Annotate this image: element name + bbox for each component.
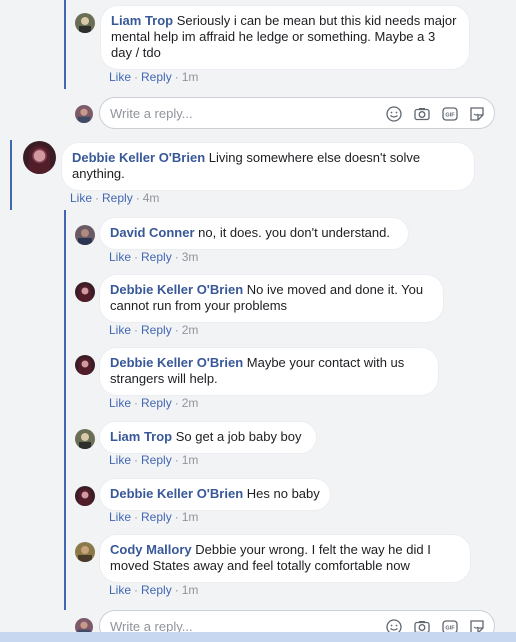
reply-link[interactable]: Reply [141, 250, 172, 264]
comment-text: So get a job baby boy [175, 429, 302, 444]
emoji-icon[interactable] [385, 105, 403, 123]
comment-author[interactable]: Debbie Keller O'Brien [72, 150, 205, 165]
reply-link[interactable]: Reply [141, 583, 172, 597]
avatar[interactable] [23, 141, 56, 174]
separator: · [95, 191, 100, 205]
like-link[interactable]: Like [109, 250, 131, 264]
comment-bubble: Debbie Keller O'Brien Living somewhere e… [61, 142, 475, 191]
comment-actions: Like · Reply · 1m [109, 453, 198, 467]
separator: · [134, 510, 139, 524]
avatar[interactable] [75, 429, 95, 449]
comment-author[interactable]: David Conner [110, 225, 195, 240]
like-link[interactable]: Like [109, 323, 131, 337]
reply-link[interactable]: Reply [141, 396, 172, 410]
separator: · [134, 583, 139, 597]
separator: · [134, 250, 139, 264]
separator: · [174, 453, 179, 467]
like-link[interactable]: Like [109, 583, 131, 597]
comment-actions: Like · Reply · 2m [109, 396, 198, 410]
separator: · [174, 323, 179, 337]
like-link[interactable]: Like [109, 396, 131, 410]
separator: · [174, 70, 179, 84]
comment-bubble: Debbie Keller O'Brien No ive moved and d… [99, 274, 444, 323]
like-link[interactable]: Like [70, 191, 92, 205]
comment-bubble: Cody Mallory Debbie your wrong. I felt t… [99, 534, 471, 583]
timestamp[interactable]: 2m [182, 323, 199, 337]
comment-author[interactable]: Liam Trop [111, 13, 173, 28]
comment-bubble: Liam Trop Seriously i can be mean but th… [100, 5, 470, 70]
reply-link[interactable]: Reply [141, 453, 172, 467]
like-link[interactable]: Like [109, 453, 131, 467]
reply-link[interactable]: Reply [102, 191, 133, 205]
like-link[interactable]: Like [109, 70, 131, 84]
separator: · [134, 396, 139, 410]
thread-line [64, 210, 66, 610]
comment-author[interactable]: Debbie Keller O'Brien [110, 355, 243, 370]
separator: · [134, 323, 139, 337]
reply-box: GIF [99, 97, 495, 129]
comment-actions: Like · Reply · 1m [109, 510, 198, 524]
separator: · [174, 396, 179, 410]
comment-author[interactable]: Liam Trop [110, 429, 172, 444]
reply-link[interactable]: Reply [141, 70, 172, 84]
comment-author[interactable]: Debbie Keller O'Brien [110, 486, 243, 501]
svg-text:GIF: GIF [445, 113, 455, 119]
timestamp[interactable]: 1m [182, 583, 199, 597]
comment-author[interactable]: Cody Mallory [110, 542, 192, 557]
timestamp[interactable]: 1m [182, 510, 199, 524]
reply-link[interactable]: Reply [141, 510, 172, 524]
camera-icon[interactable] [413, 105, 431, 123]
separator: · [134, 70, 139, 84]
comment-author[interactable]: Debbie Keller O'Brien [110, 282, 243, 297]
comment-bubble: Debbie Keller O'Brien Hes no baby [99, 478, 331, 511]
comment-actions: Like · Reply · 4m [70, 191, 159, 205]
comment-actions: Like · Reply · 3m [109, 250, 198, 264]
avatar[interactable] [75, 355, 95, 375]
separator: · [134, 453, 139, 467]
avatar[interactable] [75, 542, 95, 562]
comment-bubble: Debbie Keller O'Brien Maybe your contact… [99, 347, 439, 396]
comment-actions: Like · Reply · 1m [109, 70, 198, 84]
timestamp[interactable]: 4m [143, 191, 160, 205]
avatar[interactable] [75, 13, 95, 33]
avatar[interactable] [75, 282, 95, 302]
comment-bubble: David Conner no, it does. you don't unde… [99, 217, 409, 250]
timestamp[interactable]: 2m [182, 396, 199, 410]
comment-actions: Like · Reply · 1m [109, 583, 198, 597]
separator: · [174, 250, 179, 264]
avatar[interactable] [75, 225, 95, 245]
comment-text: no, it does. you don't understand. [198, 225, 390, 240]
like-link[interactable]: Like [109, 510, 131, 524]
separator: · [174, 510, 179, 524]
sticker-icon[interactable] [468, 105, 486, 123]
reply-link[interactable]: Reply [141, 323, 172, 337]
separator: · [135, 191, 140, 205]
gif-icon[interactable]: GIF [441, 105, 459, 123]
bottom-strip [0, 632, 516, 642]
timestamp[interactable]: 1m [182, 70, 199, 84]
reply-input[interactable] [110, 104, 360, 122]
thread-line [10, 140, 12, 210]
comment-bubble: Liam Trop So get a job baby boy [99, 421, 317, 454]
comment-text: Hes no baby [246, 486, 320, 501]
separator: · [174, 583, 179, 597]
timestamp[interactable]: 3m [182, 250, 199, 264]
my-avatar [75, 105, 93, 123]
svg-text:GIF: GIF [445, 626, 455, 632]
thread-line [64, 0, 66, 89]
avatar[interactable] [75, 486, 95, 506]
timestamp[interactable]: 1m [182, 453, 199, 467]
comment-actions: Like · Reply · 2m [109, 323, 198, 337]
